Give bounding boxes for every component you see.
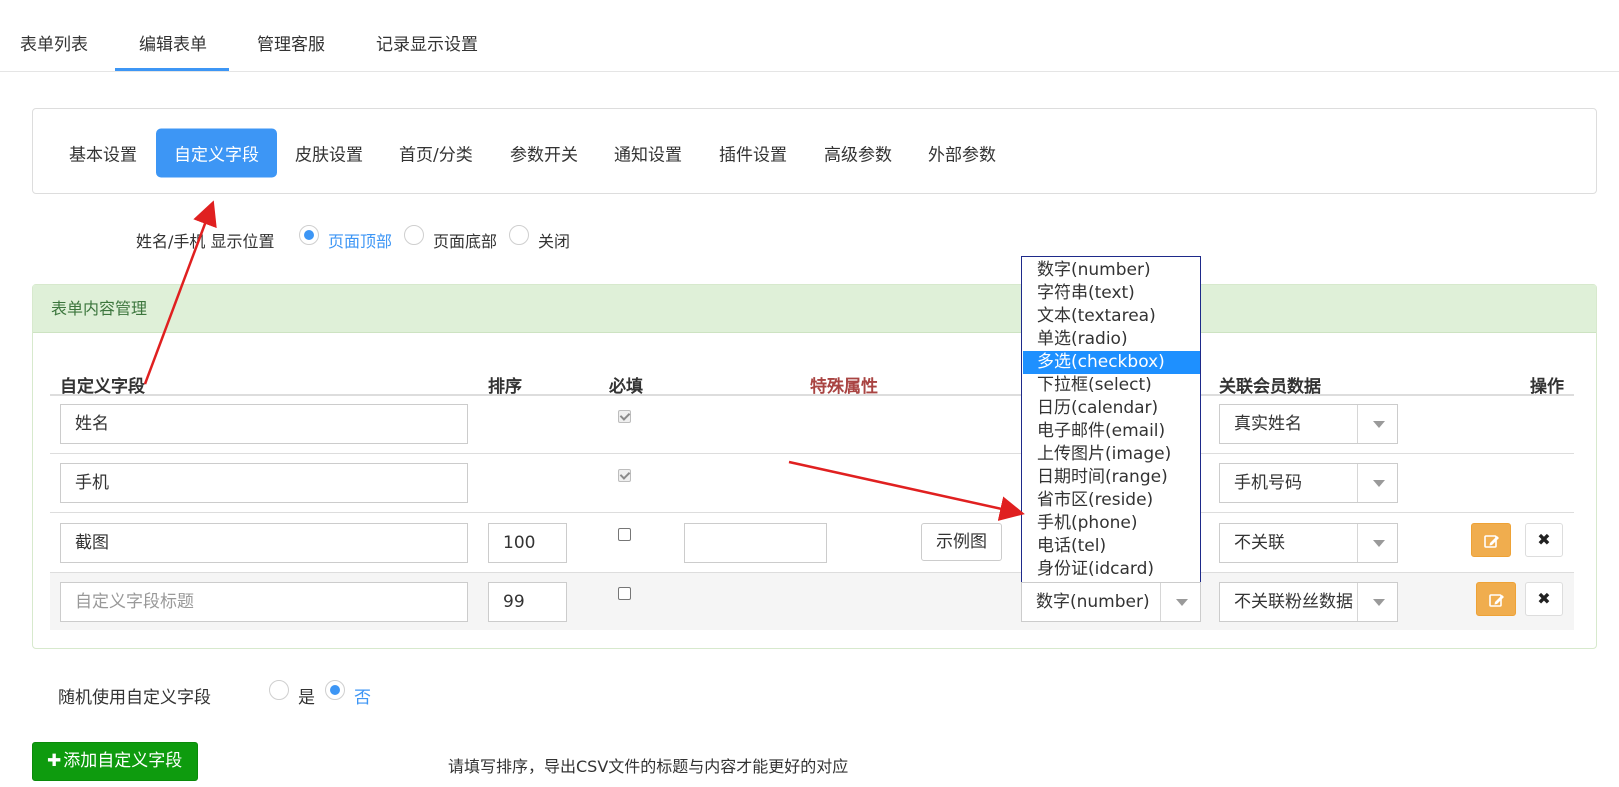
- field-type-dropdown-list: 数字(number) 字符串(text) 文本(textarea) 单选(rad…: [1021, 256, 1201, 582]
- subtab-external-params[interactable]: 外部参数: [928, 141, 996, 166]
- radio-position-off-label[interactable]: 关闭: [538, 228, 570, 252]
- radio-random-no-label[interactable]: 否: [354, 683, 371, 708]
- row-divider: [50, 512, 1574, 513]
- subtab-plugin-settings[interactable]: 插件设置: [719, 141, 787, 166]
- add-custom-field-button[interactable]: ✚ 添加自定义字段: [32, 742, 198, 781]
- dropdown-option[interactable]: 字符串(text): [1023, 282, 1201, 305]
- subtab-param-switches[interactable]: 参数开关: [510, 141, 578, 166]
- tab-manage-service[interactable]: 管理客服: [257, 30, 325, 55]
- radio-position-bottom[interactable]: [404, 225, 424, 245]
- member-data-select[interactable]: 不关联: [1219, 523, 1398, 563]
- tab-form-list[interactable]: 表单列表: [20, 30, 88, 55]
- subtab-custom-fields[interactable]: 自定义字段: [156, 128, 277, 178]
- sort-input[interactable]: 100: [488, 523, 567, 563]
- row-divider: [50, 453, 1574, 454]
- edit-icon: [1484, 535, 1499, 548]
- delete-button[interactable]: ✖: [1525, 582, 1563, 616]
- edit-button[interactable]: [1476, 582, 1516, 616]
- dropdown-option[interactable]: 手机(phone): [1023, 512, 1201, 535]
- name-phone-position-label: 姓名/手机 显示位置: [136, 232, 275, 251]
- dropdown-option[interactable]: 下拉框(select): [1023, 374, 1201, 397]
- required-checkbox[interactable]: [618, 587, 631, 600]
- form-content-panel-title: 表单内容管理: [33, 285, 1596, 333]
- chevron-down-icon: [1357, 405, 1397, 443]
- chevron-down-icon: [1357, 524, 1397, 562]
- delete-button[interactable]: ✖: [1525, 523, 1563, 557]
- field-title-input[interactable]: 自定义字段标题: [60, 582, 468, 622]
- sort-hint-text: 请填写排序，导出CSV文件的标题与内容才能更好的对应: [448, 757, 849, 776]
- top-tab-bar: 表单列表 编辑表单 管理客服 记录显示设置: [0, 0, 1619, 72]
- edit-icon: [1489, 594, 1504, 607]
- dropdown-option[interactable]: 电子邮件(email): [1023, 420, 1201, 443]
- member-data-select-value: 不关联: [1234, 533, 1285, 553]
- chevron-down-icon: [1160, 583, 1200, 621]
- edit-button[interactable]: [1471, 523, 1511, 557]
- dropdown-option[interactable]: 省市区(reside): [1023, 489, 1201, 512]
- subtab-home-category[interactable]: 首页/分类: [399, 141, 473, 166]
- tab-record-display-settings[interactable]: 记录显示设置: [376, 30, 478, 55]
- dropdown-option[interactable]: 上传图片(image): [1023, 443, 1201, 466]
- field-title-input[interactable]: 截图: [60, 523, 468, 563]
- field-title-input[interactable]: 姓名: [60, 404, 468, 444]
- dropdown-option[interactable]: 单选(radio): [1023, 328, 1201, 351]
- field-title-input[interactable]: 手机: [60, 463, 468, 503]
- dropdown-option[interactable]: 文本(textarea): [1023, 305, 1201, 328]
- close-icon: ✖: [1537, 530, 1551, 549]
- chevron-down-icon: [1357, 464, 1397, 502]
- radio-position-bottom-label[interactable]: 页面底部: [433, 228, 497, 252]
- member-data-select[interactable]: 不关联粉丝数据: [1219, 582, 1398, 622]
- subtab-skin-settings[interactable]: 皮肤设置: [295, 141, 363, 166]
- required-checkbox[interactable]: [618, 528, 631, 541]
- chevron-down-icon: [1357, 583, 1397, 621]
- tab-edit-form[interactable]: 编辑表单: [139, 30, 207, 55]
- member-data-select[interactable]: 真实姓名: [1219, 404, 1398, 444]
- member-data-select-value: 真实姓名: [1234, 414, 1302, 434]
- dropdown-option[interactable]: 电话(tel): [1023, 535, 1201, 558]
- radio-position-top[interactable]: [299, 225, 319, 245]
- add-custom-field-label: 添加自定义字段: [63, 751, 183, 771]
- required-checkbox: [618, 469, 631, 482]
- dropdown-option[interactable]: 日历(calendar): [1023, 397, 1201, 420]
- radio-position-off[interactable]: [509, 225, 529, 245]
- member-data-select-value: 不关联粉丝数据: [1234, 592, 1353, 612]
- dropdown-option-selected[interactable]: 多选(checkbox): [1023, 351, 1201, 374]
- example-image-button[interactable]: 示例图: [921, 523, 1002, 561]
- close-icon: ✖: [1537, 589, 1551, 608]
- field-type-select-value: 数字(number): [1036, 592, 1150, 612]
- dropdown-option[interactable]: 数字(number): [1023, 259, 1201, 282]
- field-type-select[interactable]: 数字(number): [1021, 582, 1201, 622]
- sort-input[interactable]: 99: [488, 582, 567, 622]
- settings-subtab-panel: 基本设置 自定义字段 皮肤设置 首页/分类 参数开关 通知设置 插件设置 高级参…: [32, 108, 1597, 194]
- member-data-select-value: 手机号码: [1234, 473, 1302, 493]
- table-header-divider: [50, 394, 1574, 396]
- subtab-notification-settings[interactable]: 通知设置: [614, 141, 682, 166]
- random-field-label: 随机使用自定义字段: [58, 688, 211, 708]
- subtab-advanced-params[interactable]: 高级参数: [824, 141, 892, 166]
- special-attribute-input[interactable]: [684, 523, 827, 563]
- required-checkbox: [618, 410, 631, 423]
- member-data-select[interactable]: 手机号码: [1219, 463, 1398, 503]
- active-tab-underline: [115, 68, 229, 71]
- dropdown-option[interactable]: 身份证(idcard): [1023, 558, 1201, 581]
- radio-position-top-label[interactable]: 页面顶部: [328, 228, 392, 252]
- radio-random-yes-label[interactable]: 是: [298, 683, 315, 708]
- subtab-basic-settings[interactable]: 基本设置: [69, 141, 137, 166]
- dropdown-option[interactable]: 日期时间(range): [1023, 466, 1201, 489]
- plus-icon: ✚: [47, 751, 62, 771]
- radio-random-no[interactable]: [325, 680, 345, 700]
- radio-random-yes[interactable]: [269, 680, 289, 700]
